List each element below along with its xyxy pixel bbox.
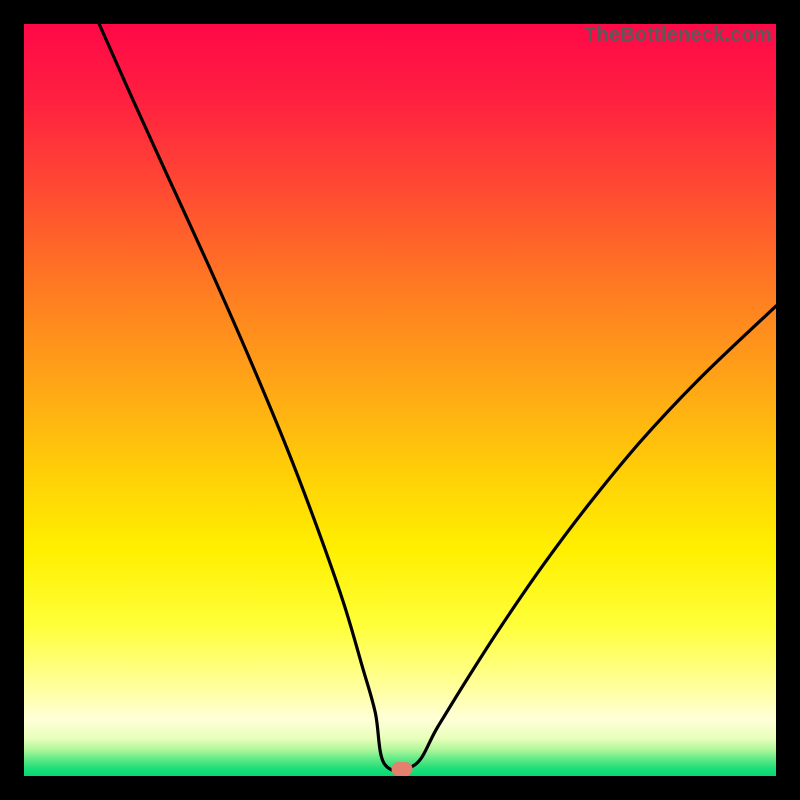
optimum-marker — [391, 762, 412, 776]
bottleneck-curve — [24, 24, 776, 776]
plot-area: TheBottleneck.com — [24, 24, 776, 776]
chart-stage: TheBottleneck.com — [0, 0, 800, 800]
watermark-label: TheBottleneck.com — [584, 24, 772, 47]
